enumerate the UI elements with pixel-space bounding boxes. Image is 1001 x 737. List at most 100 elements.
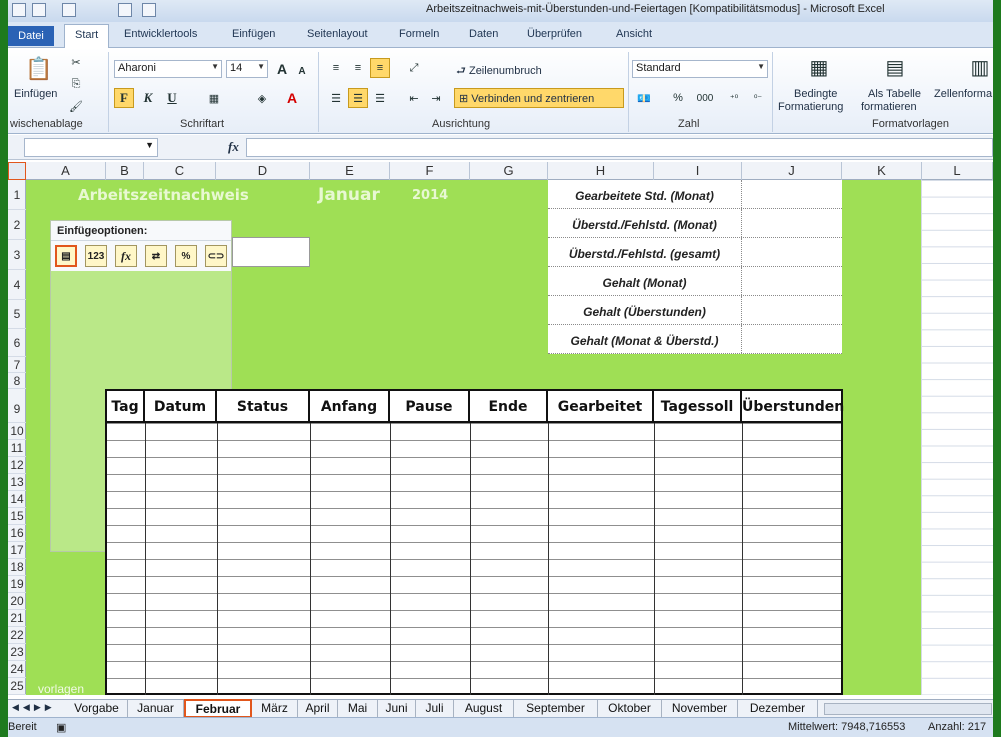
number-format-combo[interactable]: Standard ▼ <box>632 60 768 78</box>
row-header[interactable]: 4 <box>8 270 26 300</box>
format-as-table-label-1[interactable]: Als Tabelle <box>868 88 921 100</box>
paste-icon[interactable]: 📋 <box>24 54 54 84</box>
summary-row[interactable]: Überstd./Fehlstd. (gesamt) <box>548 238 842 267</box>
row-header[interactable]: 5 <box>8 300 26 329</box>
row-header[interactable]: 20 <box>8 593 26 610</box>
column-header[interactable]: E <box>310 162 390 180</box>
sheet-tab-oktober[interactable]: Oktober <box>598 700 662 717</box>
link-icon[interactable]: ⊂⊃ <box>205 245 227 267</box>
tab-einfuegen[interactable]: Einfügen <box>232 28 275 40</box>
table-header[interactable]: Ende <box>470 391 548 423</box>
sheet-nav-arrows-icon[interactable]: ◀◀▶▶ <box>12 702 56 713</box>
align-bottom-icon[interactable]: ≡ <box>370 58 390 78</box>
column-header[interactable]: I <box>654 162 742 180</box>
row-header[interactable]: 10 <box>8 423 26 440</box>
sheet-tab-dezember[interactable]: Dezember <box>738 700 818 717</box>
row-header[interactable]: 16 <box>8 525 26 542</box>
cut-icon[interactable]: ✂ <box>66 52 86 72</box>
sheet-tab-juni[interactable]: Juni <box>378 700 416 717</box>
thousands-button[interactable]: 000 <box>692 88 718 108</box>
formatting-icon[interactable]: % <box>175 245 197 267</box>
summary-row[interactable]: Gearbeitete Std. (Monat) <box>548 180 842 209</box>
align-right-icon[interactable]: ☰ <box>370 88 390 108</box>
table-header[interactable]: Status <box>217 391 310 423</box>
empty-grid[interactable] <box>921 180 993 695</box>
increase-indent-icon[interactable]: ⇥ <box>426 88 446 108</box>
sheet-tab-vorgabe[interactable]: Vorgabe <box>66 700 128 717</box>
sheet-tab-september[interactable]: September <box>514 700 598 717</box>
table-header[interactable]: Tag <box>107 391 145 423</box>
row-header[interactable]: 11 <box>8 440 26 457</box>
sheet-tab-januar[interactable]: Januar <box>128 700 184 717</box>
grow-font-icon[interactable]: A <box>272 59 292 79</box>
summary-row[interactable]: Gehalt (Überstunden) <box>548 296 842 325</box>
table-header[interactable]: Pause <box>390 391 470 423</box>
sheet-tab-juli[interactable]: Juli <box>416 700 454 717</box>
conditional-formatting-label-1[interactable]: Bedingte <box>794 88 837 100</box>
border-icon[interactable]: ▦ <box>204 88 224 108</box>
print-icon[interactable] <box>142 3 156 17</box>
save-icon[interactable] <box>32 3 46 17</box>
decrease-indent-icon[interactable]: ⇤ <box>404 88 424 108</box>
formulas-icon[interactable]: fx <box>115 245 137 267</box>
excel-logo-icon[interactable] <box>12 3 26 17</box>
tab-ueberpruefen[interactable]: Überprüfen <box>527 28 582 40</box>
currency-icon[interactable]: 💶 <box>634 88 654 108</box>
horizontal-scrollbar[interactable] <box>824 703 992 715</box>
sheet-tab-april[interactable]: April <box>298 700 338 717</box>
row-header[interactable]: 21 <box>8 610 26 627</box>
underline-button[interactable]: U <box>162 88 182 108</box>
shrink-font-icon[interactable]: A <box>292 61 312 81</box>
row-header[interactable]: 2 <box>8 210 26 240</box>
column-header[interactable]: B <box>106 162 144 180</box>
row-header[interactable]: 8 <box>8 373 26 389</box>
sheet-tab-maerz[interactable]: März <box>252 700 298 717</box>
row-header[interactable]: 17 <box>8 542 26 559</box>
fx-icon[interactable]: fx <box>228 139 239 155</box>
column-header[interactable]: J <box>742 162 842 180</box>
fill-color-icon[interactable]: ◈ <box>252 88 272 108</box>
row-header[interactable]: 19 <box>8 576 26 593</box>
sheet-tab-mai[interactable]: Mai <box>338 700 378 717</box>
row-header[interactable]: 14 <box>8 491 26 508</box>
align-left-icon[interactable]: ☰ <box>326 88 346 108</box>
paste-icon[interactable]: ▤ <box>55 245 77 267</box>
format-painter-icon[interactable]: 🖌 <box>66 96 86 116</box>
align-middle-icon[interactable]: ≡ <box>348 58 368 78</box>
cell-styles-label[interactable]: Zellenforma <box>934 88 992 100</box>
column-header[interactable]: A <box>26 162 106 180</box>
cell-styles-icon[interactable]: ▥ <box>968 52 992 82</box>
row-header[interactable]: 23 <box>8 644 26 661</box>
column-header[interactable]: C <box>144 162 216 180</box>
column-header[interactable]: D <box>216 162 310 180</box>
name-box[interactable]: ▼ <box>24 138 158 157</box>
merge-center-button[interactable]: ⊞ Verbinden und zentrieren <box>454 88 624 108</box>
conditional-formatting-icon[interactable]: ▦ <box>804 52 834 82</box>
row-header[interactable]: 13 <box>8 474 26 491</box>
summary-row[interactable]: Gehalt (Monat) <box>548 267 842 296</box>
column-header[interactable]: G <box>470 162 548 180</box>
tab-start[interactable]: Start <box>64 24 110 49</box>
column-header[interactable]: L <box>922 162 993 180</box>
font-size-combo[interactable]: 14 ▼ <box>226 60 268 78</box>
column-header[interactable]: K <box>842 162 922 180</box>
orientation-icon[interactable]: ⤢ <box>404 58 424 78</box>
italic-button[interactable]: K <box>138 88 158 108</box>
row-header[interactable]: 12 <box>8 457 26 474</box>
transpose-icon[interactable]: ⇄ <box>145 245 167 267</box>
font-name-combo[interactable]: Aharoni ▼ <box>114 60 222 78</box>
values-icon[interactable]: 123 <box>85 245 107 267</box>
tab-datei[interactable]: Datei <box>8 26 54 46</box>
row-header[interactable]: 15 <box>8 508 26 525</box>
format-as-table-label-2[interactable]: formatieren <box>861 101 917 113</box>
selected-cell[interactable] <box>232 237 310 267</box>
row-header[interactable]: 25 <box>8 678 26 695</box>
row-header[interactable]: 9 <box>8 389 26 423</box>
macro-record-icon[interactable]: ▣ <box>56 721 66 734</box>
copy-icon[interactable]: ⎘ <box>66 74 86 94</box>
conditional-formatting-label-2[interactable]: Formatierung <box>778 101 843 113</box>
percent-button[interactable]: % <box>668 88 688 108</box>
table-header[interactable]: Anfang <box>310 391 390 423</box>
table-header[interactable]: Gearbeitet <box>548 391 654 423</box>
column-header[interactable]: F <box>390 162 470 180</box>
